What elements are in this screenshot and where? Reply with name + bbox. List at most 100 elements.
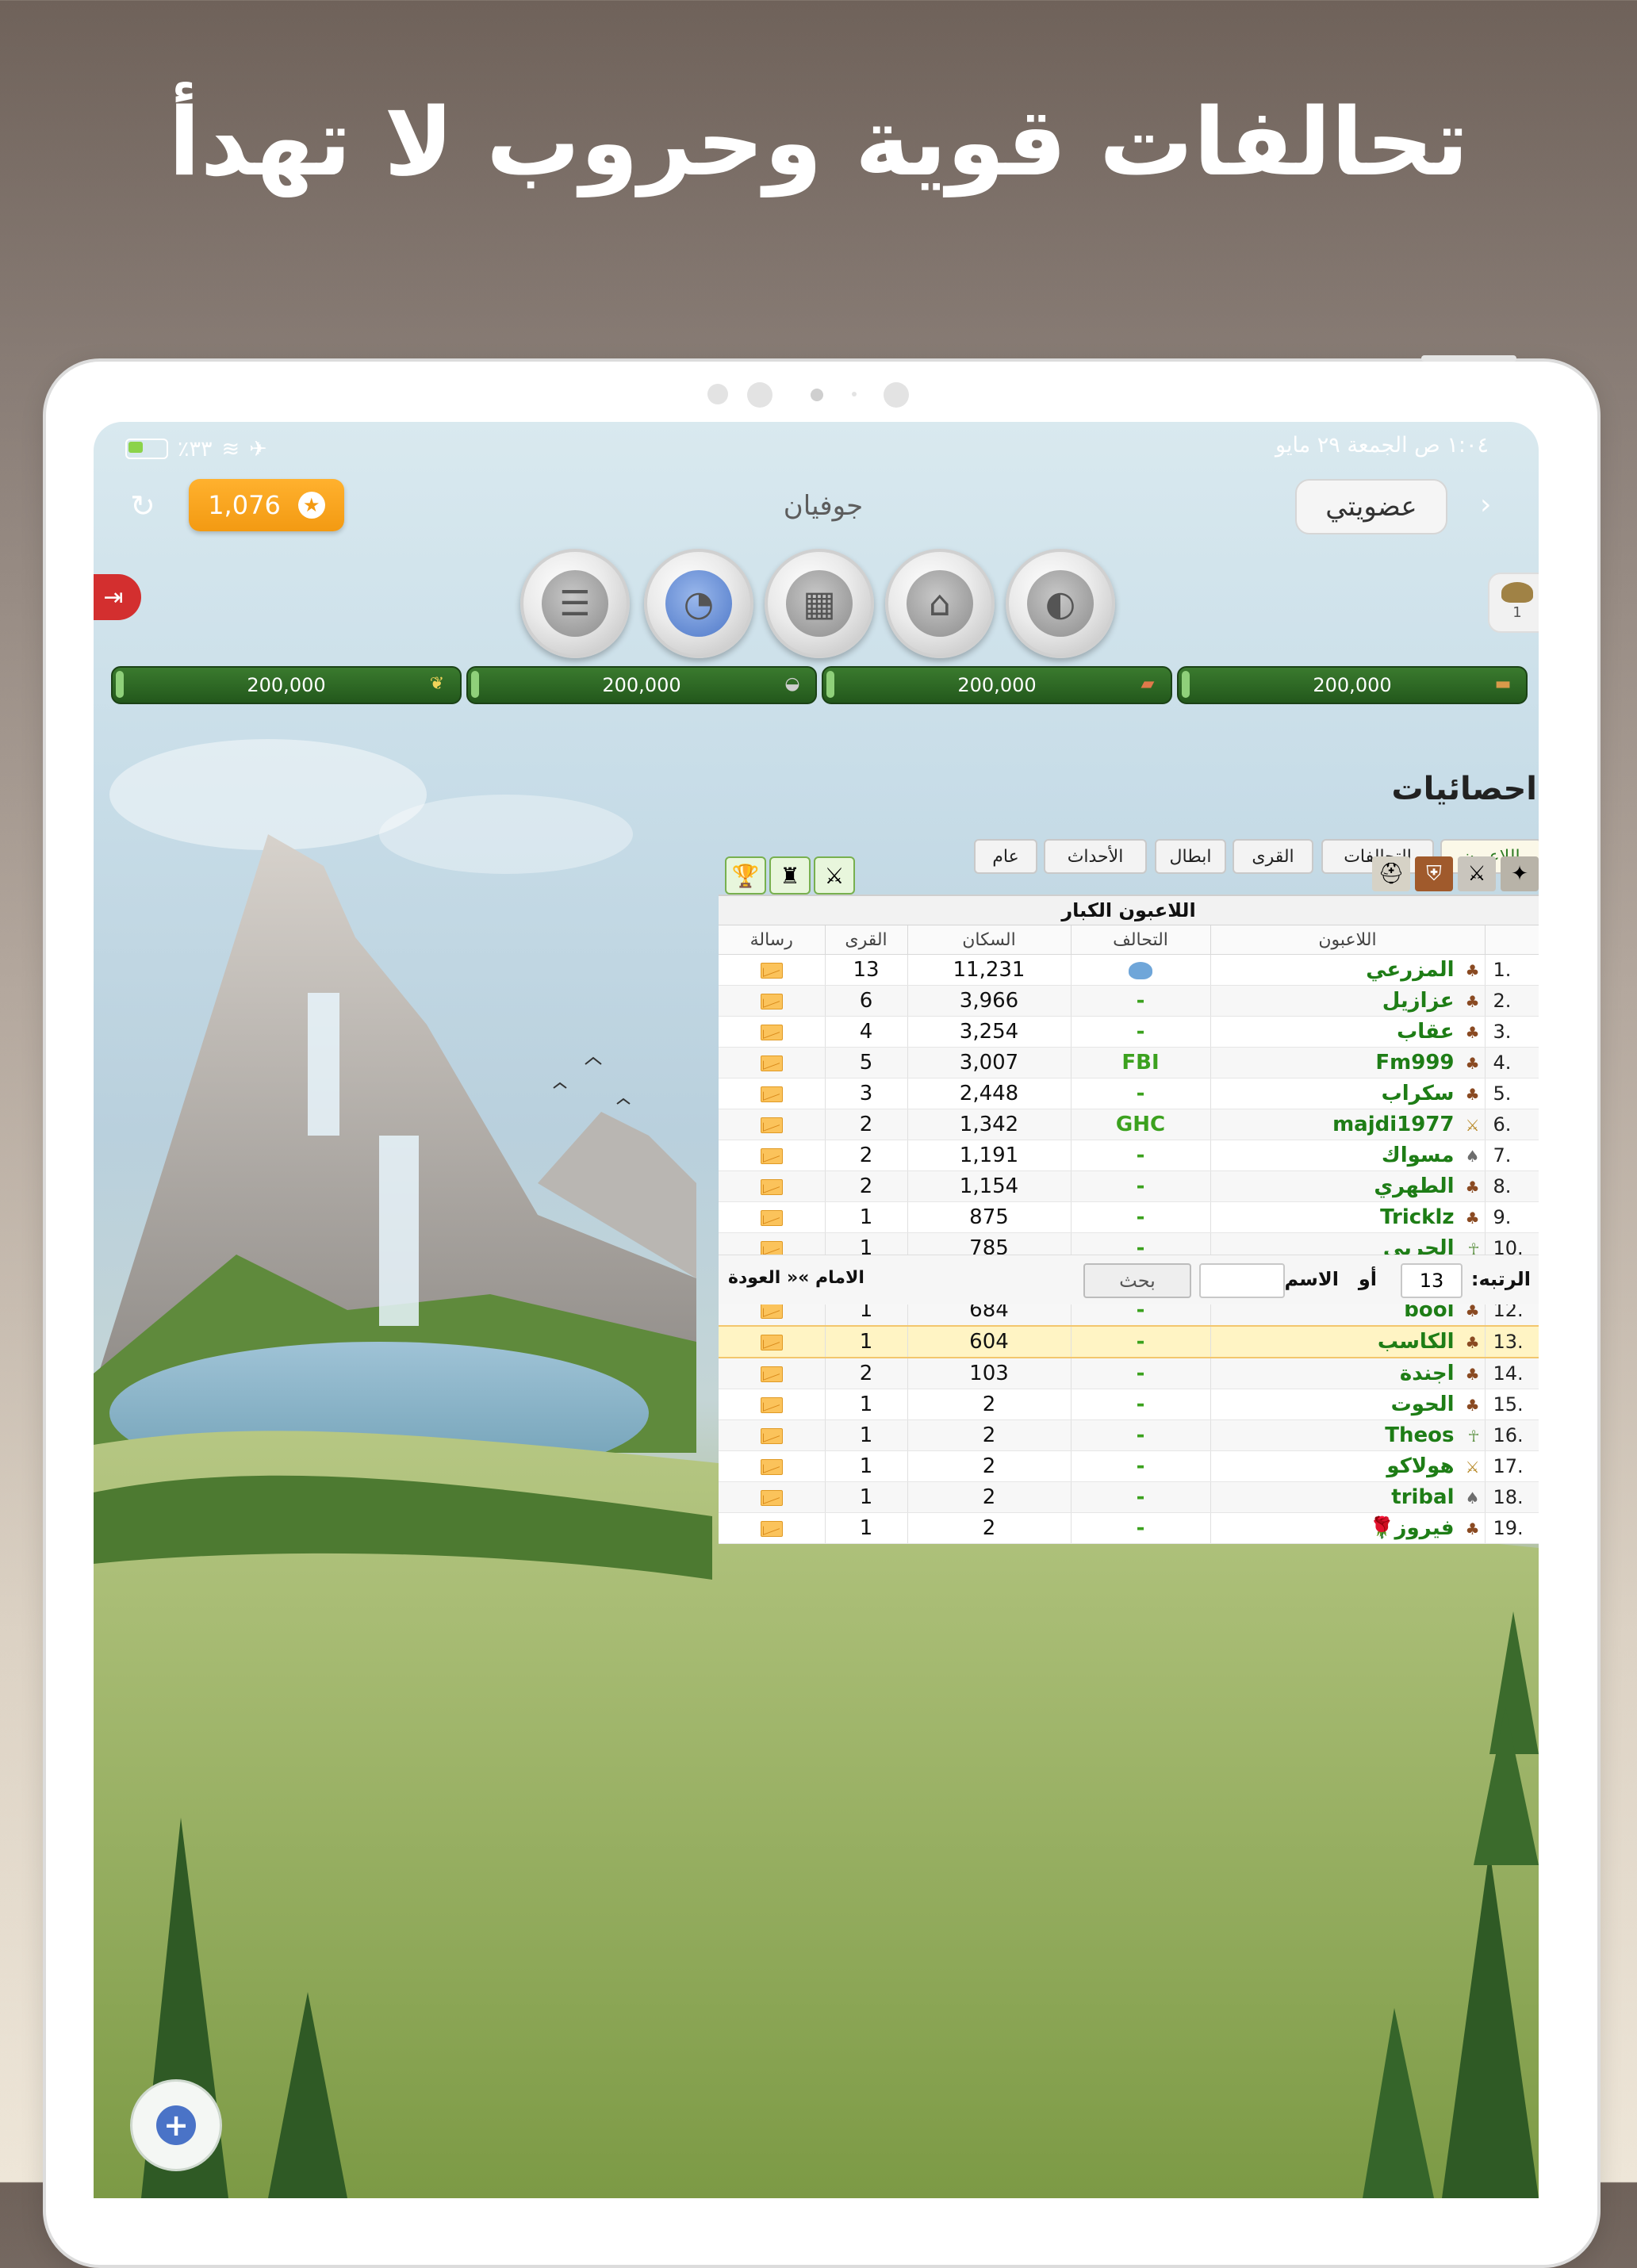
teuton-helmet-icon[interactable]: ⛨	[1415, 856, 1453, 891]
envelope-icon[interactable]	[760, 1024, 783, 1040]
table-row[interactable]: 6 3,966- ♣ عزازيل 2.	[719, 985, 1539, 1017]
message-cell[interactable]	[719, 1389, 826, 1420]
envelope-icon[interactable]	[760, 993, 783, 1009]
roman-helmet-icon[interactable]: ⚔	[1458, 856, 1496, 891]
player-name-cell[interactable]: ⚔ هولاكو	[1210, 1450, 1486, 1482]
player-name[interactable]: الحوت	[1391, 1393, 1455, 1416]
player-name[interactable]: Tricklz	[1380, 1205, 1454, 1229]
alliance-cell[interactable]: FBI	[1071, 1047, 1211, 1078]
tab-general[interactable]: عام	[974, 839, 1037, 874]
envelope-icon[interactable]	[760, 1334, 783, 1350]
player-name-cell[interactable]: ♣ الحوت	[1210, 1389, 1486, 1420]
message-cell[interactable]	[719, 1170, 826, 1202]
player-name[interactable]: مسواك	[1382, 1144, 1455, 1167]
player-name[interactable]: الكاسب	[1378, 1330, 1455, 1354]
tab-heroes[interactable]: ابطال	[1155, 839, 1226, 874]
player-name[interactable]: عقاب	[1397, 1020, 1454, 1044]
message-cell[interactable]	[719, 1016, 826, 1048]
player-name-cell[interactable]: ♣ فيروز🌹	[1210, 1512, 1486, 1544]
player-name[interactable]: المزرعي	[1366, 958, 1454, 982]
player-name-cell[interactable]: ♣ اجندة	[1210, 1358, 1486, 1389]
alliance-cell[interactable]	[1071, 954, 1211, 986]
message-cell[interactable]	[719, 1109, 826, 1140]
message-cell[interactable]	[719, 985, 826, 1017]
alliance-cell[interactable]: -	[1071, 1450, 1211, 1482]
message-cell[interactable]	[719, 1450, 826, 1482]
table-row[interactable]: 1 2- ♣ فيروز🌹 19.	[719, 1512, 1539, 1544]
player-name-cell[interactable]: ♣ Tricklz	[1210, 1201, 1486, 1233]
table-row[interactable]: 1 2- ☥ Theos 16.	[719, 1419, 1539, 1451]
player-name[interactable]: الطهري	[1374, 1174, 1454, 1198]
envelope-icon[interactable]	[760, 1178, 783, 1195]
player-name[interactable]: سكراب	[1382, 1082, 1455, 1105]
table-row[interactable]: 1 875- ♣ Tricklz 9.	[719, 1201, 1539, 1233]
map-view-button[interactable]: ▦	[765, 549, 874, 658]
alliance-cell[interactable]: -	[1071, 1016, 1211, 1048]
player-name-cell[interactable]: ⚔ majdi1977	[1210, 1109, 1486, 1140]
alliance-cell[interactable]: -	[1071, 985, 1211, 1017]
natar-icon[interactable]: ✦	[1501, 856, 1539, 891]
gaul-helmet-icon[interactable]: ⛑	[1372, 856, 1410, 891]
player-name-cell[interactable]: ♣ الطهري	[1210, 1170, 1486, 1202]
refresh-icon[interactable]: ↻	[130, 488, 155, 523]
envelope-icon[interactable]	[760, 1396, 783, 1413]
alliance-cell[interactable]: -	[1071, 1512, 1211, 1544]
player-name-cell[interactable]: ☥ Theos	[1210, 1419, 1486, 1451]
alliance-cell[interactable]: -	[1071, 1201, 1211, 1233]
player-name[interactable]: عزازيل	[1382, 989, 1455, 1013]
iron-resource-bar[interactable]: 200,000 ◒	[466, 666, 817, 704]
resources-view-button[interactable]: ◐	[1006, 549, 1115, 658]
reports-view-button[interactable]: ☰	[520, 549, 630, 658]
table-row[interactable]: 3 2,448- ♣ سكراب 5.	[719, 1078, 1539, 1109]
player-name-cell[interactable]: ♠ tribal	[1210, 1481, 1486, 1513]
message-cell[interactable]	[719, 1140, 826, 1171]
top-ten-button[interactable]: 🏆	[725, 856, 766, 895]
rank-input[interactable]	[1401, 1263, 1463, 1298]
gold-balance-button[interactable]: 1,076 ★	[189, 479, 344, 531]
table-row[interactable]: 13 11,231 ♣ المزرعي 1.	[719, 954, 1539, 986]
player-name[interactable]: Theos	[1385, 1423, 1454, 1447]
table-row[interactable]: 2 1,154- ♣ الطهري 8.	[719, 1170, 1539, 1202]
table-row[interactable]: 2 1,191- ♠ مسواك 7.	[719, 1140, 1539, 1171]
message-cell[interactable]	[719, 954, 826, 986]
clay-resource-bar[interactable]: 200,000 ▰	[822, 666, 1172, 704]
envelope-icon[interactable]	[760, 1055, 783, 1071]
message-cell[interactable]	[719, 1512, 826, 1544]
table-row[interactable]: 5 3,007 FBI ♣ Fm999 4.	[719, 1047, 1539, 1078]
player-name[interactable]: Fm999	[1375, 1051, 1454, 1075]
player-name-cell[interactable]: ♣ عقاب	[1210, 1016, 1486, 1048]
player-name[interactable]: اجندة	[1400, 1362, 1455, 1385]
name-input[interactable]	[1199, 1263, 1285, 1298]
table-row[interactable]: 1 2- ♣ الحوت 15.	[719, 1389, 1539, 1420]
attackers-button[interactable]: ⚔	[814, 856, 855, 895]
envelope-icon[interactable]	[760, 1427, 783, 1444]
player-name-cell[interactable]: ♣ المزرعي	[1210, 954, 1486, 986]
defenders-button[interactable]: ♜	[769, 856, 811, 895]
back-link[interactable]: « العودة	[728, 1268, 798, 1288]
player-name[interactable]: فيروز🌹	[1369, 1516, 1454, 1540]
village-view-button[interactable]: ⌂	[885, 549, 995, 658]
envelope-icon[interactable]	[760, 1302, 783, 1319]
message-cell[interactable]	[719, 1047, 826, 1078]
envelope-icon[interactable]	[760, 1117, 783, 1133]
logout-button[interactable]: ⇥	[94, 574, 141, 620]
envelope-icon[interactable]	[760, 962, 783, 979]
player-name-cell[interactable]: ♣ Fm999	[1210, 1047, 1486, 1078]
player-name[interactable]: هولاكو	[1386, 1454, 1454, 1478]
envelope-icon[interactable]	[760, 1520, 783, 1537]
alliance-cell[interactable]: -	[1071, 1358, 1211, 1389]
table-row[interactable]: 2 1,342 GHC ⚔ majdi1977 6.	[719, 1109, 1539, 1140]
alliance-cell[interactable]: -	[1071, 1481, 1211, 1513]
search-button[interactable]: بحث	[1083, 1263, 1191, 1298]
message-cell[interactable]	[719, 1419, 826, 1451]
player-name-cell[interactable]: ♣ سكراب	[1210, 1078, 1486, 1109]
player-name-cell[interactable]: ♣ الكاسب	[1210, 1325, 1486, 1358]
player-name-cell[interactable]: ♠ مسواك	[1210, 1140, 1486, 1171]
membership-button[interactable]: عضويتي	[1295, 479, 1447, 534]
player-name[interactable]: tribal	[1391, 1485, 1454, 1509]
chevron-right-icon[interactable]: ›	[1480, 488, 1491, 521]
envelope-icon[interactable]	[760, 1489, 783, 1506]
envelope-icon[interactable]	[760, 1147, 783, 1164]
alliance-cell[interactable]: GHC	[1071, 1109, 1211, 1140]
forward-link[interactable]: الامام »	[798, 1268, 865, 1288]
